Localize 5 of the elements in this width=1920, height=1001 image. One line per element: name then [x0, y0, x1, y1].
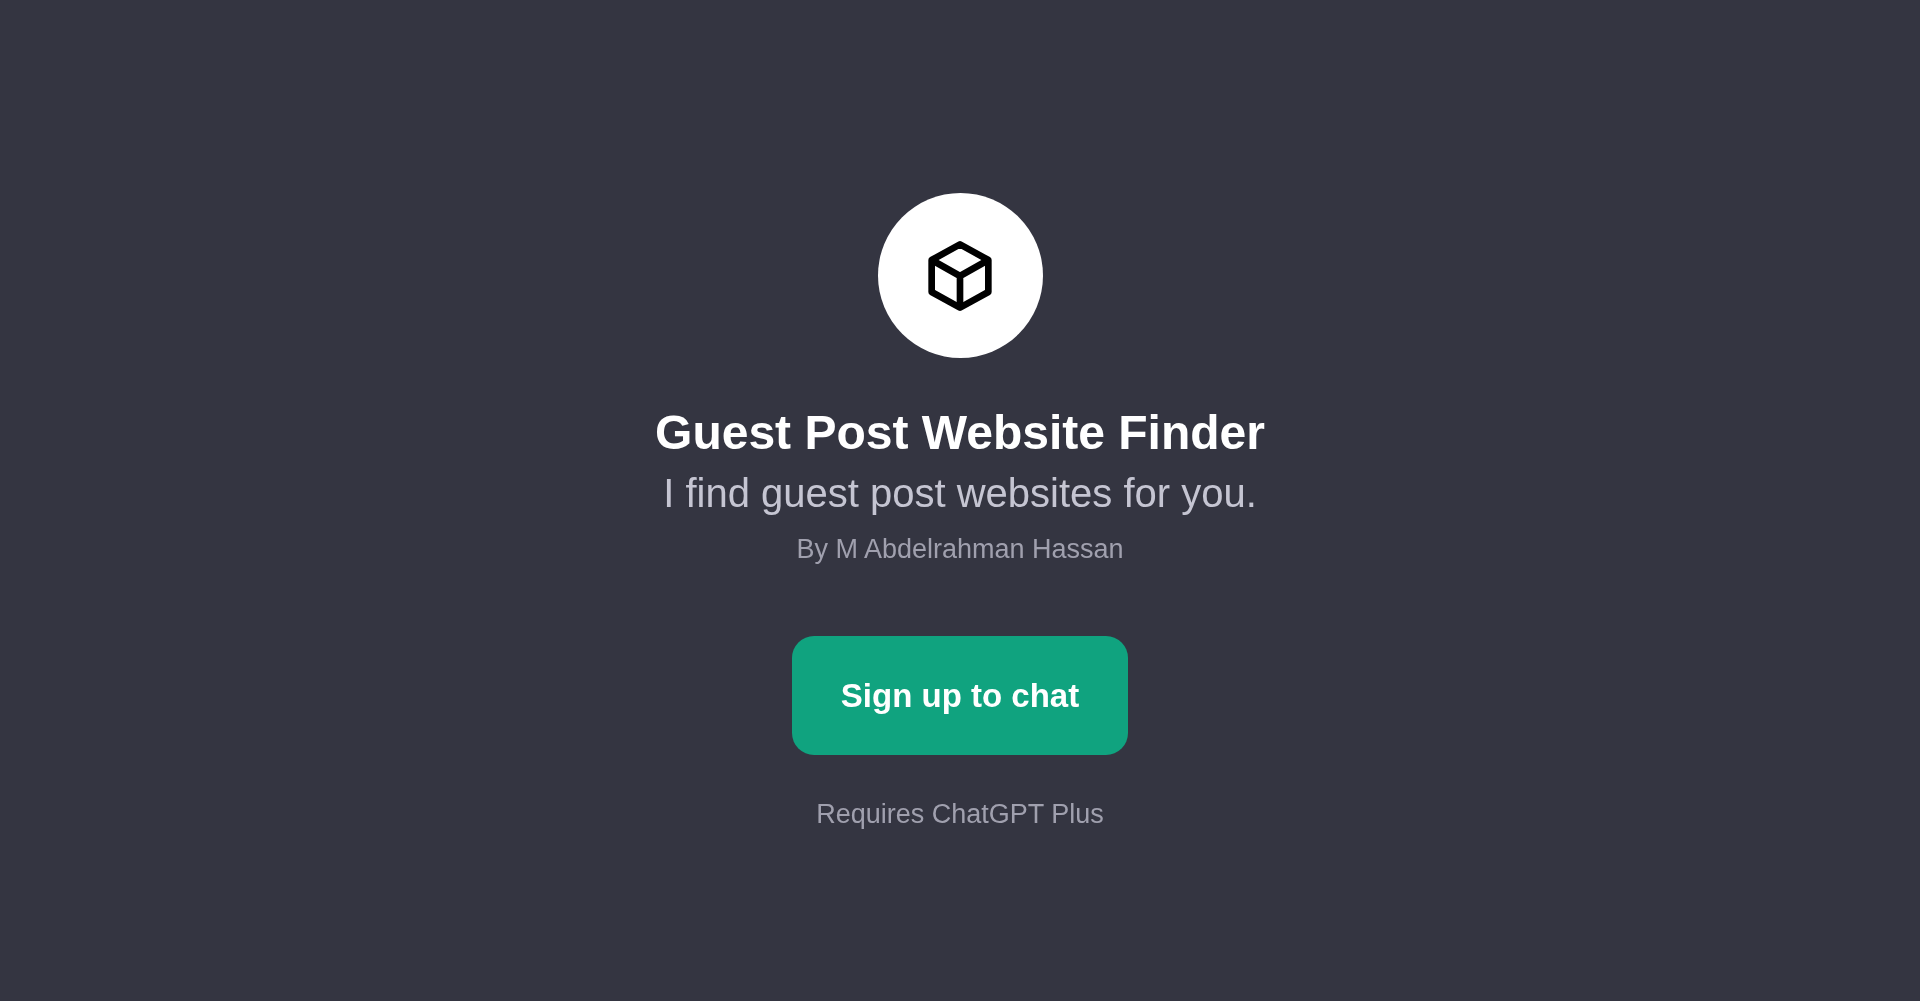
gpt-description: I find guest post websites for you. [663, 470, 1257, 517]
sign-up-button[interactable]: Sign up to chat [792, 636, 1128, 755]
author-line: By M Abdelrahman Hassan [796, 533, 1124, 566]
gpt-title: Guest Post Website Finder [655, 405, 1265, 461]
requirement-note: Requires ChatGPT Plus [816, 798, 1104, 831]
